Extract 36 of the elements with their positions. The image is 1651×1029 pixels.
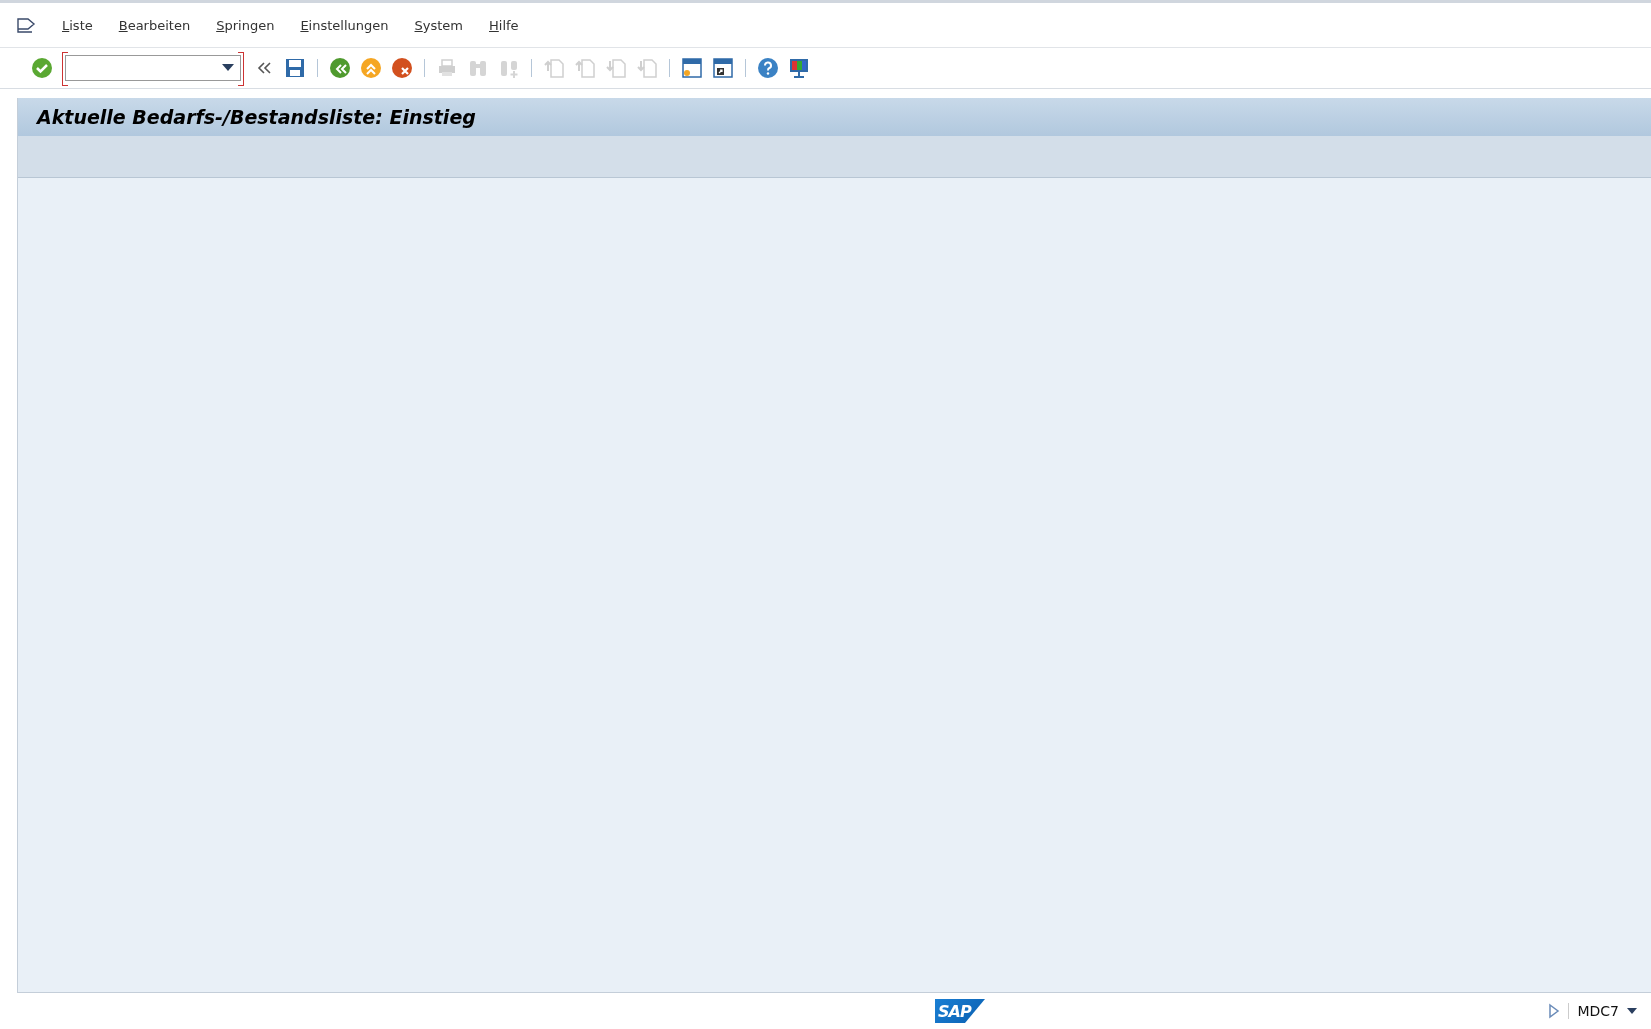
back-button[interactable] [328, 56, 352, 80]
page-down-icon [636, 57, 658, 79]
back-icon [329, 57, 351, 79]
shortcut-window-icon [712, 57, 734, 79]
menu-item[interactable]: Springen [216, 17, 275, 33]
exit-button[interactable] [359, 56, 383, 80]
page-down-icon [605, 57, 627, 79]
help-icon [757, 57, 779, 79]
menu-item[interactable]: System [414, 17, 463, 33]
menu-icon[interactable] [16, 16, 36, 34]
menu-item[interactable]: Bearbeiten [118, 17, 191, 33]
new-window-icon [681, 57, 703, 79]
cancel-button[interactable] [390, 56, 414, 80]
menu-item[interactable]: Einstellungen [300, 17, 389, 33]
layout-button[interactable] [787, 56, 811, 80]
save-icon [284, 57, 306, 79]
page-up-icon [543, 57, 565, 79]
dropdown-caret-icon[interactable] [222, 64, 234, 72]
exit-icon [360, 57, 382, 79]
printer-icon [436, 57, 458, 79]
monitor-icon [788, 57, 810, 79]
sap-logo: SAP [935, 999, 985, 1023]
shortcut-button[interactable] [711, 56, 735, 80]
enter-button[interactable] [30, 56, 54, 80]
newsession-button[interactable] [680, 56, 704, 80]
expand-triangle-icon[interactable] [1548, 1003, 1561, 1019]
cancel-icon [391, 57, 413, 79]
menu-item[interactable]: Liste [62, 17, 93, 33]
screen-title: Aktuelle Bedarfs-/Bestandsliste: Einstieg [18, 98, 1651, 136]
help-button[interactable] [756, 56, 780, 80]
dropdown-caret-icon [1627, 1007, 1637, 1015]
system-info-button[interactable]: MDC7 [1568, 1003, 1637, 1019]
save-button[interactable] [283, 56, 307, 80]
page-up-icon [574, 57, 596, 79]
checkmark-icon [31, 57, 53, 79]
menu-item[interactable]: Hilfe [489, 17, 519, 33]
